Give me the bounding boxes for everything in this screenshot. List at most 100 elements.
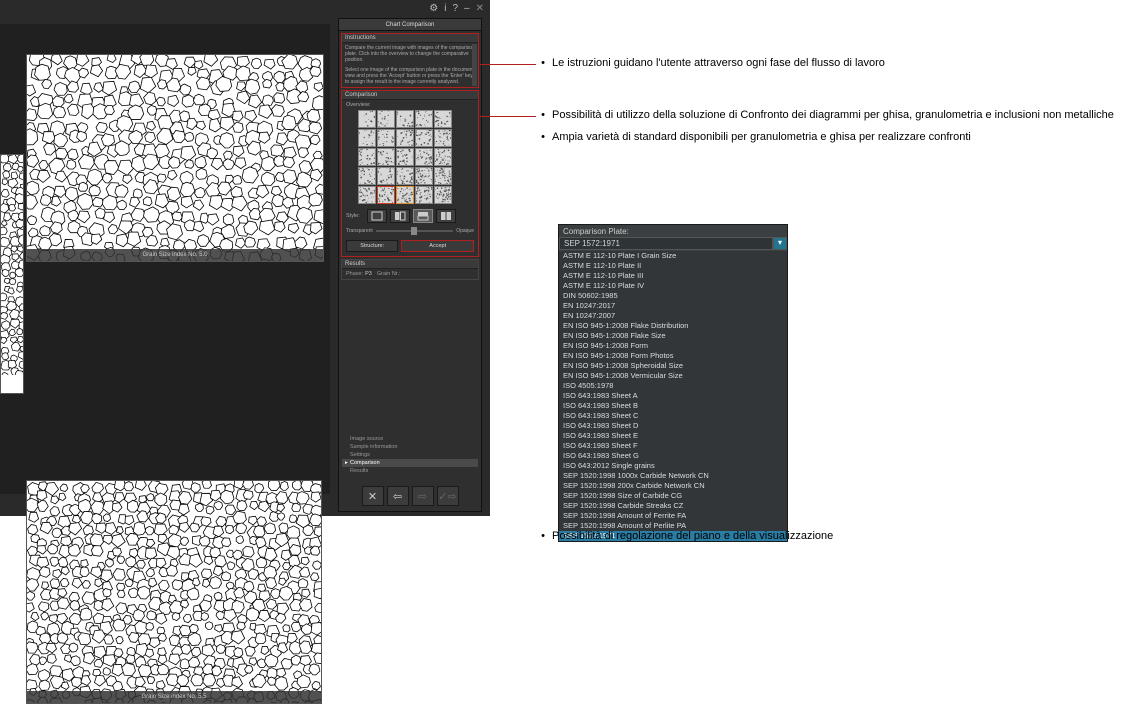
dropdown-option[interactable]: ISO 643:2012 Single grains — [559, 461, 787, 471]
dropdown-option[interactable]: ISO 643:1983 Sheet E — [559, 431, 787, 441]
dropdown-select[interactable]: SEP 1572:1971 ▾ — [559, 237, 787, 250]
window-titlebar: ⚙ i ? – ✕ — [423, 0, 490, 16]
slider-label-left: Transparent — [346, 228, 373, 234]
forward-icon[interactable]: ⇨ — [412, 486, 434, 506]
overview-cell[interactable] — [434, 186, 452, 204]
overview-cell[interactable] — [377, 167, 395, 185]
dropdown-option[interactable]: ASTM E 112-10 Plate IV — [559, 281, 787, 291]
overview-cell[interactable] — [415, 167, 433, 185]
dropdown-option[interactable]: ISO 643:1983 Sheet F — [559, 441, 787, 451]
overview-cell[interactable] — [415, 186, 433, 204]
slider-thumb[interactable] — [411, 227, 417, 235]
overview-cell[interactable] — [396, 167, 414, 185]
dropdown-option[interactable]: ASTM E 112-10 Plate I Grain Size — [559, 251, 787, 261]
dropdown-option[interactable]: ISO 643:1983 Sheet B — [559, 401, 787, 411]
app-window: ⚙ i ? – ✕ Grain Size index No. 5.0 Grain… — [0, 0, 490, 516]
callout-2-text: Possibilità di utilizzo della soluzione … — [552, 108, 1114, 122]
instructions-text-1: Compare the current image with images of… — [342, 43, 478, 65]
info-icon[interactable]: i — [444, 3, 446, 14]
dropdown-option[interactable]: ISO 4505:1978 — [559, 381, 787, 391]
grain-label: Grain Nr.: — [377, 271, 401, 277]
overview-cell[interactable] — [377, 186, 395, 204]
section-nav: Image sourceSample informationSettings▸C… — [342, 435, 478, 475]
nav-item[interactable]: Results — [342, 467, 478, 475]
nav-item[interactable]: Image source — [342, 435, 478, 443]
dropdown-option[interactable]: SEP 1520:1998 Amount of Ferrite FA — [559, 511, 787, 521]
overview-cell[interactable] — [377, 129, 395, 147]
overview-cell[interactable] — [396, 129, 414, 147]
overview-cell[interactable] — [358, 167, 376, 185]
overview-cell[interactable] — [377, 110, 395, 128]
style-option-4[interactable] — [436, 209, 456, 223]
dropdown-option[interactable]: EN ISO 945-1:2008 Flake Distribution — [559, 321, 787, 331]
comparison-plate-dropdown: Comparison Plate: SEP 1572:1971 ▾ ASTM E… — [558, 224, 788, 542]
results-section: Results Phase:P3 Grain Nr.: — [341, 259, 479, 280]
gear-icon[interactable]: ⚙ — [429, 3, 438, 14]
dropdown-option[interactable]: SEP 1520:1998 Carbide Streaks CZ — [559, 501, 787, 511]
dropdown-option[interactable]: SEP 1520:1998 1000x Carbide Network CN — [559, 471, 787, 481]
callout-1: •Le istruzioni guidano l'utente attraver… — [486, 56, 885, 78]
scrollbar[interactable] — [472, 44, 477, 86]
cancel-icon[interactable]: ✕ — [362, 486, 384, 506]
opacity-slider[interactable] — [376, 230, 453, 232]
instructions-header: Instructions — [342, 34, 478, 43]
overview-cell[interactable] — [377, 148, 395, 166]
dropdown-label: Comparison Plate: — [559, 225, 787, 237]
overview-cell[interactable] — [415, 148, 433, 166]
style-option-3[interactable] — [413, 209, 433, 223]
back-icon[interactable]: ⇦ — [387, 486, 409, 506]
callout-4-text: Possibilità di regolazione del piano e d… — [552, 530, 833, 542]
dropdown-option[interactable]: ISO 643:1983 Sheet C — [559, 411, 787, 421]
dropdown-option[interactable]: EN 10247:2017 — [559, 301, 787, 311]
nav-item[interactable]: Settings — [342, 451, 478, 459]
dropdown-option[interactable]: EN ISO 945-1:2008 Spheroidal Size — [559, 361, 787, 371]
dropdown-option[interactable]: EN ISO 945-1:2008 Flake Size — [559, 331, 787, 341]
overview-cell[interactable] — [434, 167, 452, 185]
close-icon[interactable]: ✕ — [476, 3, 484, 14]
overview-cell[interactable] — [358, 186, 376, 204]
dropdown-option[interactable]: EN 10247:2007 — [559, 311, 787, 321]
callout-3-text: Ampia varietà di standard disponibili pe… — [552, 130, 971, 144]
dropdown-option[interactable]: ASTM E 112-10 Plate II — [559, 261, 787, 271]
comparison-header: Comparison — [342, 91, 478, 100]
dropdown-selected-value: SEP 1572:1971 — [559, 237, 773, 250]
dropdown-option[interactable]: SEP 1520:1998 Size of Carbide CG — [559, 491, 787, 501]
dropdown-option[interactable]: ISO 643:1983 Sheet G — [559, 451, 787, 461]
help-icon[interactable]: ? — [452, 3, 458, 14]
chevron-down-icon[interactable]: ▾ — [773, 237, 787, 250]
overview-cell[interactable] — [358, 110, 376, 128]
comparison-image-bottom[interactable]: Grain Size index No. 5.5 — [26, 480, 322, 704]
dropdown-option[interactable]: EN ISO 945-1:2008 Form — [559, 341, 787, 351]
structure-button[interactable]: Structure: — [346, 240, 398, 252]
overview-label: Overview: — [346, 102, 474, 108]
dropdown-option[interactable]: ISO 643:1983 Sheet A — [559, 391, 787, 401]
overview-cell[interactable] — [434, 129, 452, 147]
style-option-2[interactable] — [390, 209, 410, 223]
dropdown-option[interactable]: DIN 50602:1985 — [559, 291, 787, 301]
comparison-buttons: Structure: Accept — [342, 238, 478, 256]
overview-cell[interactable] — [396, 110, 414, 128]
overview-cell[interactable] — [396, 186, 414, 204]
comparison-image-top[interactable]: Grain Size index No. 5.0 — [26, 54, 324, 262]
overview-cell[interactable] — [358, 148, 376, 166]
dropdown-option[interactable]: EN ISO 945-1:2008 Vermicular Size — [559, 371, 787, 381]
overview-cell[interactable] — [415, 129, 433, 147]
minimize-icon[interactable]: – — [464, 3, 470, 14]
nav-item[interactable]: ▸Comparison — [342, 459, 478, 467]
dropdown-option[interactable]: ASTM E 112-10 Plate III — [559, 271, 787, 281]
dropdown-option[interactable]: EN ISO 945-1:2008 Form Photos — [559, 351, 787, 361]
style-option-1[interactable] — [367, 209, 387, 223]
confirm-icon[interactable]: ✓⇨ — [437, 486, 459, 506]
callout-2: •Possibilità di utilizzo della soluzione… — [486, 108, 1116, 152]
overview-cell[interactable] — [358, 129, 376, 147]
overview-cell[interactable] — [415, 110, 433, 128]
dropdown-list: ASTM E 112-10 Plate I Grain SizeASTM E 1… — [559, 251, 787, 541]
nav-item[interactable]: Sample information — [342, 443, 478, 451]
instructions-section: Instructions Compare the current image w… — [341, 33, 479, 88]
overview-cell[interactable] — [396, 148, 414, 166]
accept-button[interactable]: Accept — [401, 240, 474, 252]
overview-cell[interactable] — [434, 110, 452, 128]
dropdown-option[interactable]: SEP 1520:1998 200x Carbide Network CN — [559, 481, 787, 491]
dropdown-option[interactable]: ISO 643:1983 Sheet D — [559, 421, 787, 431]
overview-cell[interactable] — [434, 148, 452, 166]
